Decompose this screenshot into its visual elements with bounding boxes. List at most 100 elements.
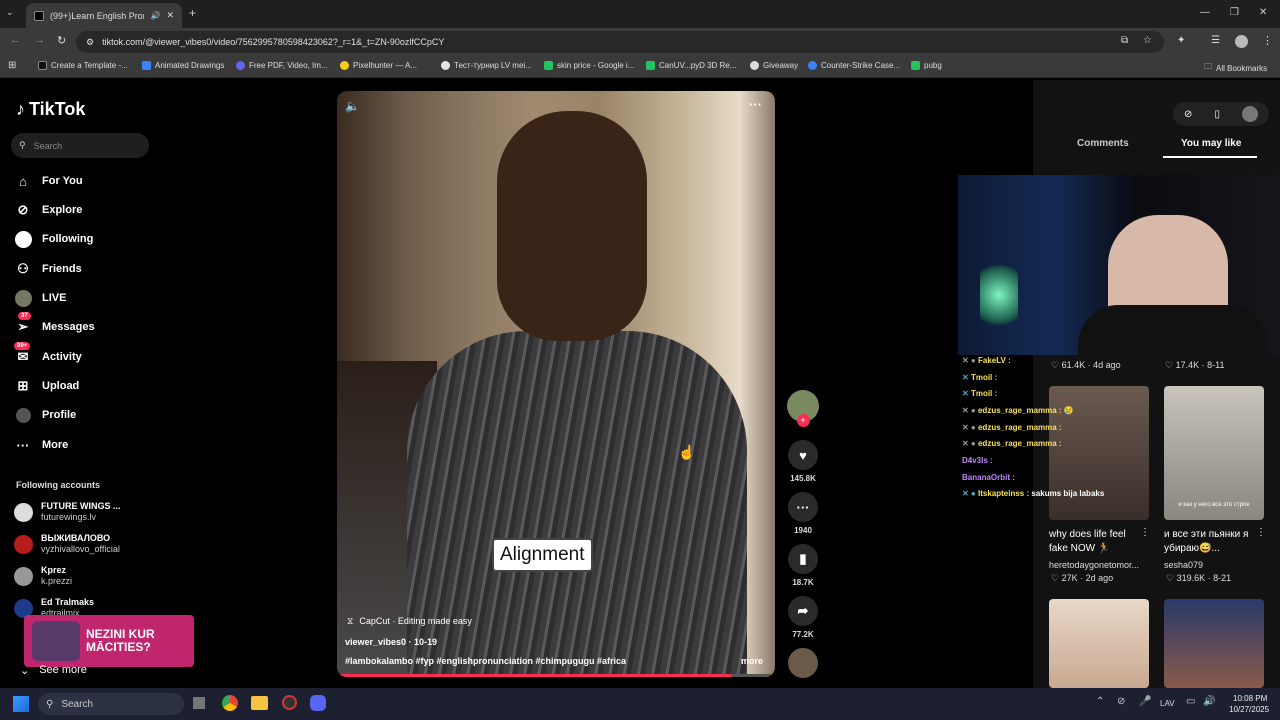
windows-start-icon[interactable] bbox=[13, 696, 29, 712]
music-disc-icon bbox=[788, 648, 818, 678]
task-view-icon[interactable] bbox=[193, 697, 205, 709]
site-info-icon[interactable]: ⚙ bbox=[86, 37, 94, 48]
video-card-title[interactable]: why does life feel fake NOW 🏃 bbox=[1049, 528, 1141, 556]
followed-account[interactable]: ВЫЖИВАЛОВО vyzhivallovo_official bbox=[14, 533, 120, 555]
nav-for-you[interactable]: ⌂ For You bbox=[14, 172, 82, 190]
tray-chevron-icon[interactable]: ⌃ bbox=[1096, 696, 1104, 707]
app-taskbar-icon[interactable] bbox=[282, 695, 297, 710]
nav-more[interactable]: ··· More bbox=[14, 436, 69, 454]
bookmark-item[interactable]: Counter-Strike Case... bbox=[808, 61, 900, 70]
bookmark-item[interactable]: Animated Drawings bbox=[142, 61, 224, 70]
display-icon[interactable]: ▭ bbox=[1186, 696, 1195, 707]
like-button[interactable]: ♥ 145.8K bbox=[786, 440, 820, 483]
search-input[interactable]: ⚲ Search bbox=[11, 133, 149, 158]
back-icon[interactable]: ← bbox=[10, 34, 21, 46]
discord-taskbar-icon[interactable] bbox=[310, 695, 326, 711]
card-menu-icon[interactable]: ⋮ bbox=[1140, 527, 1150, 538]
tiktok-logo[interactable]: ♪ TikTok bbox=[16, 99, 85, 120]
tab-search-button[interactable]: ⌄ bbox=[6, 7, 14, 18]
menu-icon[interactable]: ⋮ bbox=[1262, 34, 1273, 47]
video-options-icon[interactable]: ··· bbox=[749, 97, 762, 112]
compass-icon[interactable]: ⊘ bbox=[1184, 109, 1192, 120]
apps-icon[interactable]: ⊞ bbox=[8, 60, 16, 71]
url-field[interactable]: ⚙ tiktok.com/@viewer_vibes0/video/756299… bbox=[76, 31, 1164, 53]
close-window-button[interactable]: ✕ bbox=[1259, 7, 1267, 18]
bookmark-item[interactable]: Create a Template -... bbox=[38, 61, 128, 70]
comment-button[interactable]: ··· 1940 bbox=[786, 492, 820, 535]
share-button[interactable]: ➦ 77.2K bbox=[786, 596, 820, 639]
avatar[interactable] bbox=[1241, 106, 1258, 122]
forward-icon[interactable]: → bbox=[34, 34, 45, 46]
mute-icon[interactable]: 🔈 bbox=[345, 99, 360, 113]
tab-title: (99+)Learn English Pronunc bbox=[50, 10, 144, 21]
star-icon[interactable]: ☆ bbox=[1143, 35, 1152, 46]
video-card-title[interactable]: и все эти пьянки я убираю😅... bbox=[1164, 528, 1256, 556]
video-card-author[interactable]: heretodaygonetomor... bbox=[1049, 560, 1139, 570]
profile-avatar[interactable] bbox=[1235, 35, 1248, 48]
browser-tab[interactable]: (99+)Learn English Pronunc 🔊 ✕ bbox=[26, 3, 182, 28]
bookmark-item[interactable]: Тест-турнир LV mei... bbox=[441, 61, 532, 70]
nav-messages[interactable]: ➢ 37 Messages bbox=[14, 312, 95, 336]
reload-icon[interactable]: ↻ bbox=[57, 34, 66, 47]
author-line[interactable]: viewer_vibes0 · 10-19 bbox=[345, 637, 437, 647]
taskbar-search[interactable]: ⚲ Search bbox=[38, 693, 184, 715]
avatar bbox=[14, 566, 33, 586]
activity-badge: 99+ bbox=[14, 342, 31, 350]
speaker-icon[interactable]: 🔊 bbox=[150, 11, 160, 20]
tiktok-favicon-icon bbox=[34, 10, 44, 21]
nav-live[interactable]: LIVE bbox=[14, 289, 66, 307]
see-more-link[interactable]: ⌄ See more bbox=[20, 664, 87, 677]
save-button[interactable]: ▮ 18.7K bbox=[786, 544, 820, 587]
chrome-taskbar-icon[interactable] bbox=[222, 695, 238, 711]
video-card-author[interactable]: sesha079 bbox=[1164, 560, 1203, 570]
device-icon[interactable]: ▯ bbox=[1214, 109, 1220, 120]
bookmark-item[interactable]: Giveaway bbox=[750, 61, 798, 70]
media-icon[interactable]: ☰ bbox=[1211, 35, 1220, 46]
nav-profile[interactable]: Profile bbox=[14, 406, 76, 424]
hashtags[interactable]: #lambokalambo #fyp #englishpronunciation… bbox=[345, 656, 626, 666]
file-explorer-icon[interactable] bbox=[251, 696, 268, 710]
bookmark-item[interactable]: Free PDF, Video, Im... bbox=[236, 61, 328, 70]
promo-banner[interactable]: NEZINI KUR MĀCITIES? bbox=[24, 615, 194, 667]
video-card-thumbnail[interactable] bbox=[1049, 599, 1149, 688]
network-icon[interactable]: ⊘ bbox=[1117, 696, 1125, 707]
chat-line: ✕ Tmoil : bbox=[962, 373, 998, 382]
url-text: tiktok.com/@viewer_vibes0/video/75629957… bbox=[102, 37, 445, 47]
video-card-thumbnail[interactable] bbox=[1164, 599, 1264, 688]
video-card-thumbnail[interactable]: и как у него все это строе bbox=[1164, 386, 1264, 520]
new-tab-button[interactable]: + bbox=[189, 6, 196, 20]
nav-upload[interactable]: ⊞ Upload bbox=[14, 377, 80, 395]
all-bookmarks-button[interactable]: 🗀 All Bookmarks bbox=[1204, 61, 1267, 75]
close-tab-icon[interactable]: ✕ bbox=[166, 10, 174, 21]
maximize-button[interactable]: ❐ bbox=[1230, 7, 1239, 18]
chat-line: D4v3ls : bbox=[962, 456, 993, 465]
tab-comments[interactable]: Comments bbox=[1077, 138, 1129, 149]
video-player[interactable]: 🔈 ··· Alignment ⧖ CapCut · Editing made e… bbox=[337, 91, 775, 677]
followed-account[interactable]: Kprez k.prezzi bbox=[14, 565, 72, 587]
followed-account[interactable]: FUTURE WINGS ... futurewings.lv bbox=[14, 501, 121, 523]
nav-following[interactable]: Following bbox=[14, 230, 93, 248]
install-icon[interactable]: ⧉ bbox=[1121, 35, 1128, 46]
bookmark-item[interactable]: CanUV...pyD 3D Re... bbox=[646, 61, 737, 70]
follow-plus-icon[interactable]: + bbox=[796, 414, 810, 427]
bookmark-item[interactable]: Pixelhunter — A... bbox=[340, 61, 417, 70]
nav-activity[interactable]: ✉ 99+ Activity bbox=[14, 342, 82, 366]
video-progress-bar[interactable] bbox=[337, 674, 775, 677]
clock-time[interactable]: 10:08 PM bbox=[1233, 694, 1267, 703]
clock-date[interactable]: 10/27/2025 bbox=[1229, 705, 1269, 714]
tab-you-may-like[interactable]: You may like bbox=[1181, 138, 1241, 149]
volume-icon[interactable]: 🔊 bbox=[1203, 696, 1215, 707]
card-menu-icon[interactable]: ⋮ bbox=[1256, 527, 1266, 538]
capcut-label[interactable]: ⧖ CapCut · Editing made easy bbox=[347, 616, 472, 627]
creator-avatar[interactable]: + bbox=[786, 390, 820, 427]
extensions-icon[interactable]: ✦ bbox=[1177, 35, 1185, 46]
microphone-icon[interactable]: 🎤 bbox=[1139, 696, 1151, 707]
nav-explore[interactable]: ⊘ Explore bbox=[14, 201, 83, 219]
sound-disc[interactable] bbox=[786, 648, 820, 682]
minimize-button[interactable]: — bbox=[1200, 7, 1210, 18]
more-link[interactable]: more bbox=[741, 656, 763, 666]
bookmark-item[interactable]: skin price - Google i... bbox=[544, 61, 634, 70]
language-indicator[interactable]: LAV bbox=[1160, 699, 1175, 708]
bookmark-item[interactable]: pubg bbox=[911, 61, 942, 70]
nav-friends[interactable]: ⚇ Friends bbox=[14, 260, 82, 278]
